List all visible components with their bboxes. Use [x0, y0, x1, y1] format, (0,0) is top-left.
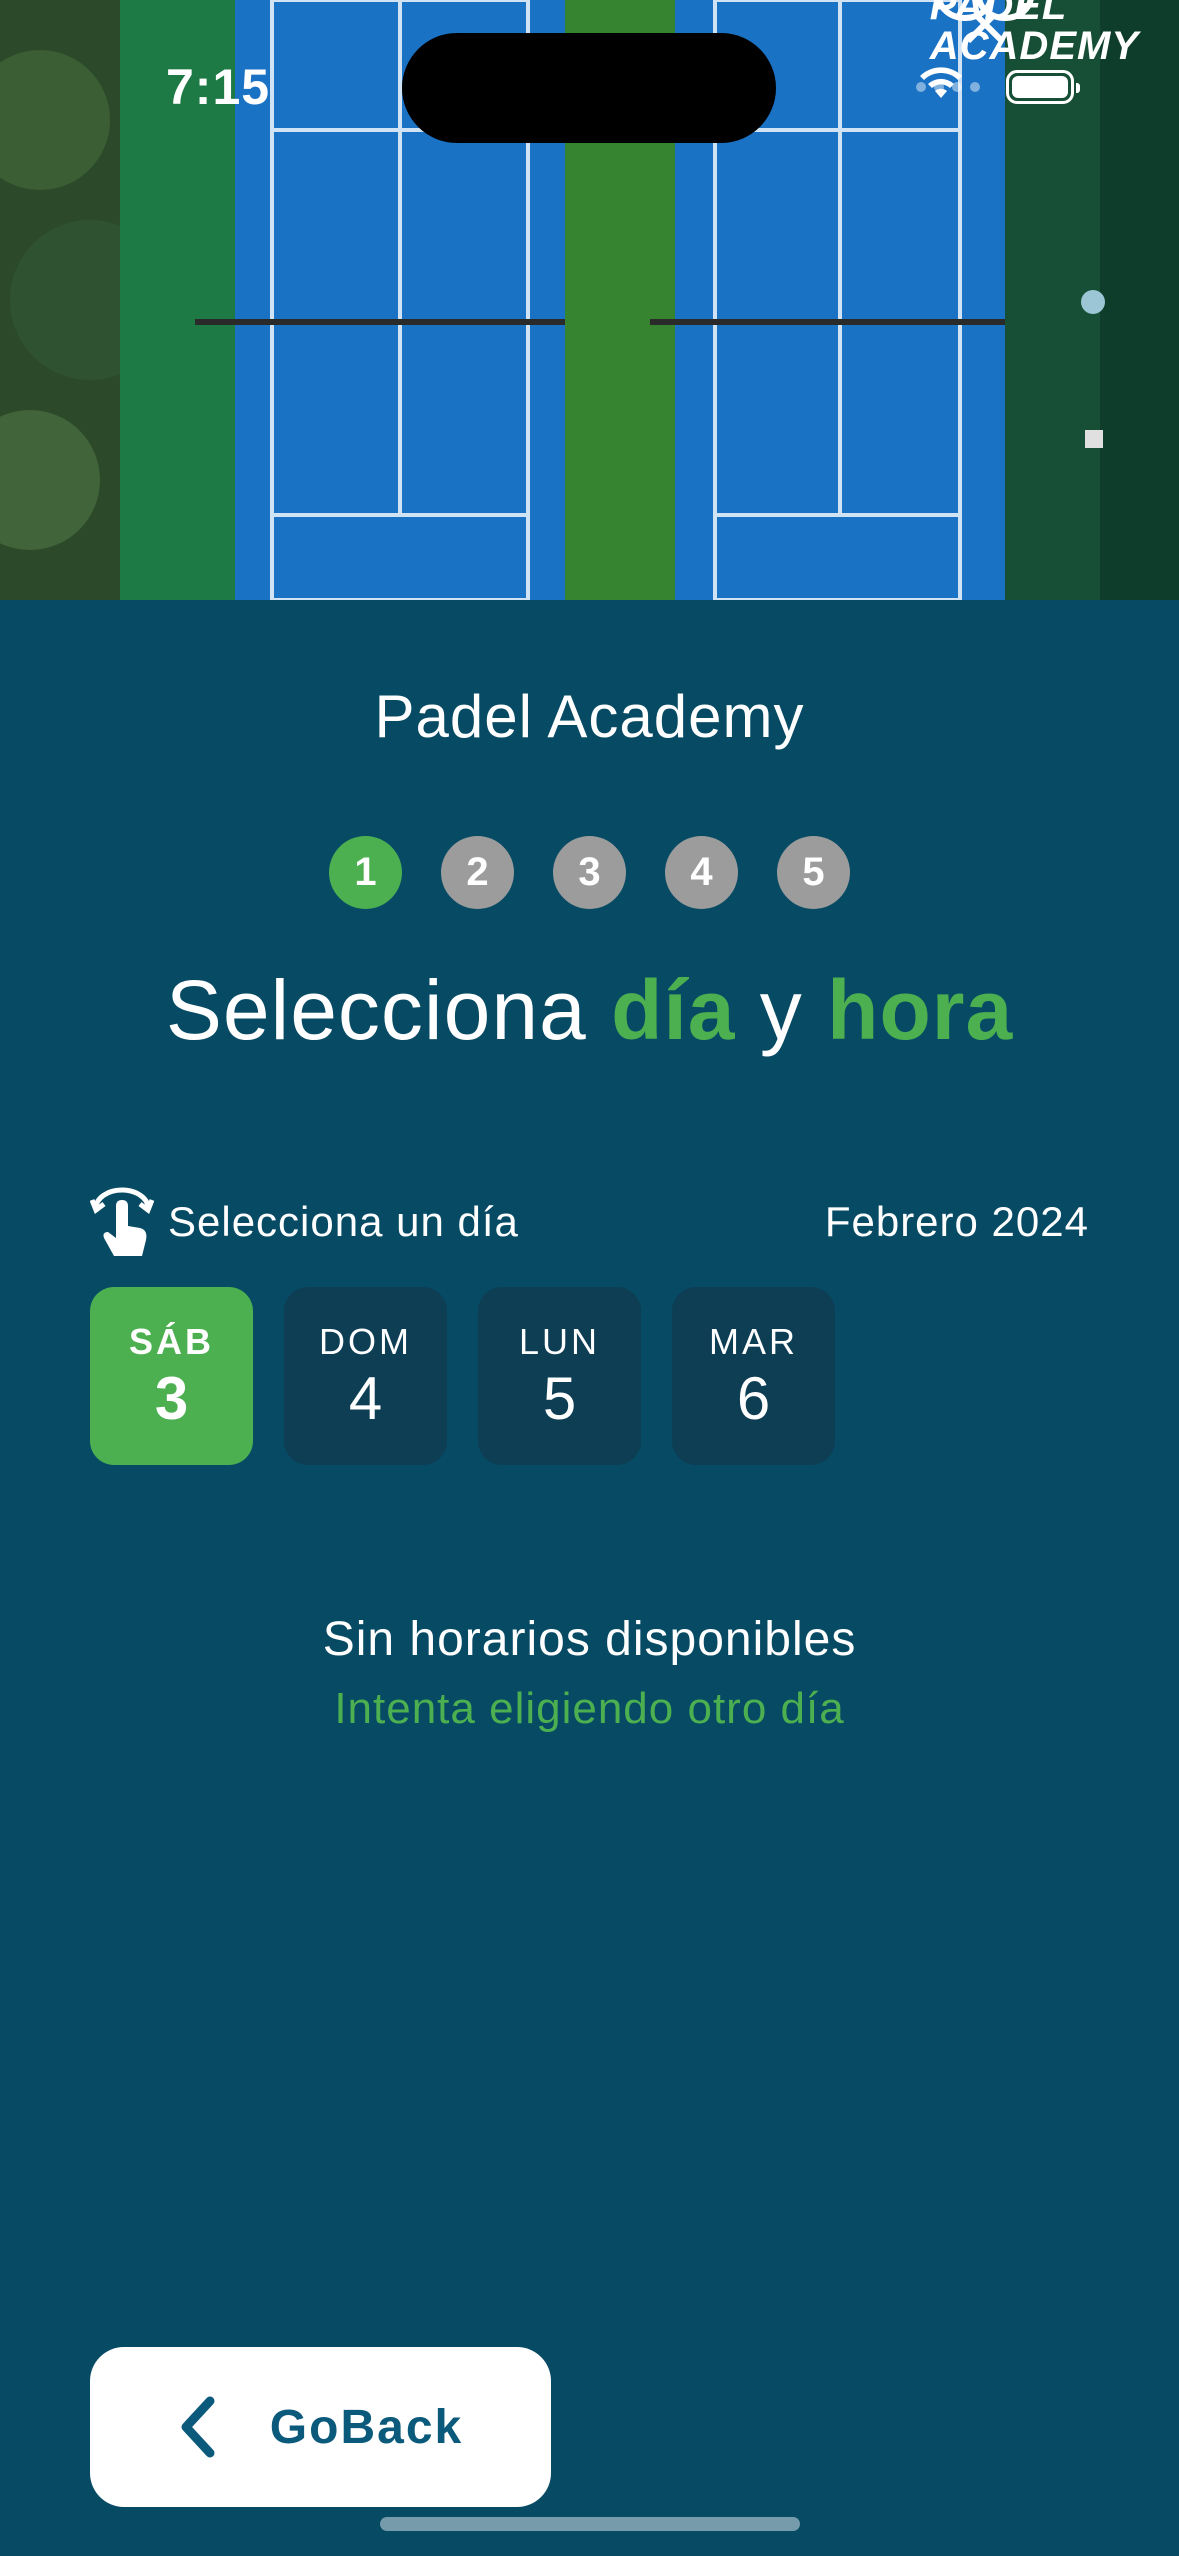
- step-2: 2: [441, 836, 514, 909]
- hero-image: 7:15 PADEL ACADEMY: [0, 0, 1179, 600]
- status-time: 7:15: [166, 59, 271, 115]
- crossed-rackets-icon: [936, 0, 1034, 44]
- day-name: LUN: [518, 1321, 601, 1362]
- headline-accent-time: hora: [827, 963, 1014, 1057]
- step-indicator: 1 2 3 4 5: [0, 836, 1179, 909]
- day-number: 4: [348, 1365, 383, 1432]
- day-picker-header: Selecciona un día Febrero 2024: [90, 1182, 1089, 1262]
- chevron-left-icon: [181, 2396, 215, 2458]
- headline-part2: y: [735, 963, 828, 1057]
- day-number: 6: [736, 1365, 771, 1432]
- day-option-sab[interactable]: SÁB 3: [90, 1287, 253, 1465]
- day-picker-label: Selecciona un día: [168, 1198, 519, 1245]
- step-4: 4: [665, 836, 738, 909]
- app-title: Padel Academy: [374, 683, 805, 750]
- go-back-label: GoBack: [269, 2400, 464, 2454]
- day-name: MAR: [709, 1321, 798, 1362]
- day-picker-label-group: Selecciona un día: [90, 1186, 519, 1258]
- day-list: SÁB 3 DOM 4 LUN 5 MAR 6: [90, 1287, 835, 1465]
- page-headline: Selecciona día y hora: [0, 962, 1179, 1059]
- day-number: 3: [154, 1365, 189, 1432]
- go-back-button[interactable]: GoBack: [90, 2347, 551, 2507]
- tap-hand-icon: [90, 1187, 154, 1256]
- step-3: 3: [553, 836, 626, 909]
- home-indicator: [380, 2517, 800, 2531]
- status-icons: [916, 62, 1080, 112]
- empty-state-subtitle: Intenta eligiendo otro día: [334, 1684, 845, 1733]
- step-5: 5: [777, 836, 850, 909]
- headline-accent-day: día: [611, 963, 736, 1057]
- step-1: 1: [329, 836, 402, 909]
- day-name: DOM: [319, 1321, 412, 1362]
- day-name: SÁB: [128, 1321, 214, 1362]
- day-option-mar[interactable]: MAR 6: [672, 1287, 835, 1465]
- day-option-lun[interactable]: LUN 5: [478, 1287, 641, 1465]
- dynamic-island: [402, 33, 776, 143]
- headline-part1: Selecciona: [165, 963, 612, 1057]
- day-number: 5: [542, 1365, 577, 1432]
- wifi-icon: [920, 67, 962, 98]
- empty-state-title: Sin horarios disponibles: [322, 1613, 857, 1666]
- day-option-dom[interactable]: DOM 4: [284, 1287, 447, 1465]
- padel-academy-logo: PADEL ACADEMY: [930, 0, 1139, 66]
- battery-icon: [1006, 70, 1080, 104]
- month-label: Febrero 2024: [824, 1198, 1089, 1245]
